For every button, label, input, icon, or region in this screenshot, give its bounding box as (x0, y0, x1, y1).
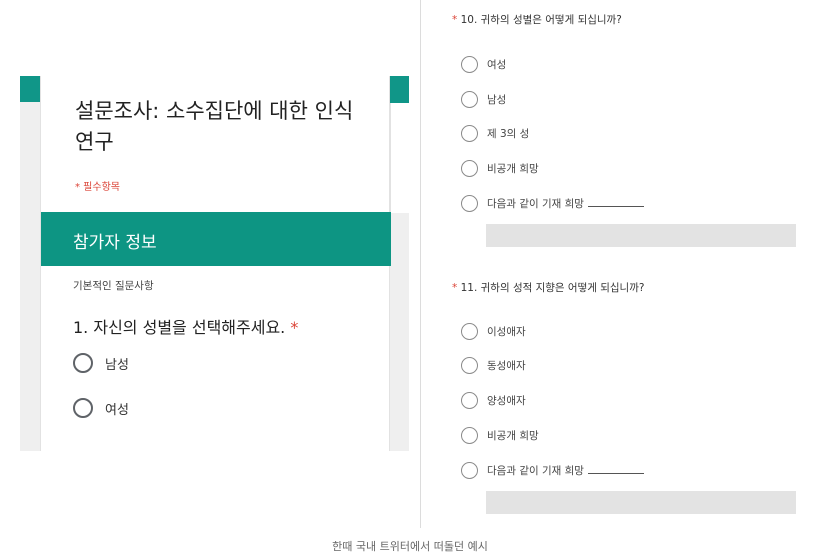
option-label: 남성 (487, 94, 507, 106)
option-label: 비공개 희망 (487, 430, 539, 442)
teal-accent-right (390, 76, 409, 103)
required-note: * 필수항목 (75, 182, 120, 193)
q11-option-homosexual[interactable]: 동성애자 (461, 357, 526, 374)
option-label: 다음과 같이 기재 희망 (487, 196, 644, 211)
q10-option-third-gender[interactable]: 제 3의 성 (461, 125, 529, 142)
option-label: 비공개 희망 (487, 163, 539, 175)
q11-other-text-field[interactable] (486, 491, 796, 514)
q11-option-private[interactable]: 비공개 희망 (461, 427, 539, 444)
section-header: 참가자 정보 (41, 212, 391, 266)
q10-other-text-field[interactable] (486, 224, 796, 247)
option-label: 이성애자 (487, 326, 526, 338)
option-label: 여성 (487, 59, 507, 71)
form-title: 설문조사: 소수집단에 대한 인식 연구 (75, 99, 354, 154)
q10-option-private[interactable]: 비공개 희망 (461, 160, 539, 177)
option-label-text: 다음과 같이 기재 희망 (487, 198, 584, 210)
q11-option-heterosexual[interactable]: 이성애자 (461, 323, 526, 340)
radio-button[interactable] (461, 125, 478, 142)
vertical-divider (420, 0, 421, 528)
radio-button[interactable] (461, 357, 478, 374)
required-star: * (452, 282, 458, 294)
section-title: 참가자 정보 (73, 233, 157, 253)
option-label: 다음과 같이 기재 희망 (487, 463, 644, 478)
radio-button[interactable] (461, 195, 478, 212)
radio-button[interactable] (461, 323, 478, 340)
blank-line (587, 465, 644, 474)
required-star: * (452, 14, 458, 26)
blank-line (587, 198, 644, 207)
teal-accent-left (20, 76, 40, 102)
option-label: 제 3의 성 (487, 128, 530, 140)
q11-option-other[interactable]: 다음과 같이 기재 희망 (461, 462, 644, 479)
radio-button[interactable] (461, 56, 478, 73)
question-10-title: * 10. 귀하의 성별은 어떻게 되십니까? (452, 12, 622, 27)
left-form-screenshot: 설문조사: 소수집단에 대한 인식 연구 * 필수항목 참가자 정보 기본적인 … (20, 76, 409, 451)
radio-button[interactable] (73, 353, 93, 373)
section-description: 기본적인 질문사항 (73, 280, 154, 292)
radio-button[interactable] (461, 392, 478, 409)
option-label: 양성애자 (487, 395, 526, 407)
radio-button[interactable] (461, 462, 478, 479)
image-caption: 한때 국내 트위터에서 떠돌던 예시 (332, 540, 488, 553)
radio-button[interactable] (461, 91, 478, 108)
q11-option-bisexual[interactable]: 양성애자 (461, 392, 526, 409)
option-label-text: 다음과 같이 기재 희망 (487, 465, 584, 477)
required-star: * (290, 318, 299, 337)
radio-button[interactable] (461, 160, 478, 177)
radio-button[interactable] (461, 427, 478, 444)
question-10-text: 10. 귀하의 성별은 어떻게 되십니까? (460, 14, 622, 26)
question-11-title: * 11. 귀하의 성적 지향은 어떻게 되십니까? (452, 280, 644, 295)
option-label: 여성 (105, 402, 129, 418)
option-female[interactable]: 여성 (73, 398, 129, 418)
option-male[interactable]: 남성 (73, 353, 129, 373)
option-label: 남성 (105, 357, 129, 373)
form-card: 설문조사: 소수집단에 대한 인식 연구 * 필수항목 참가자 정보 기본적인 … (40, 76, 391, 451)
question-title: 1. 자신의 성별을 선택해주세요. * (73, 314, 298, 338)
q10-option-female[interactable]: 여성 (461, 56, 506, 73)
radio-button[interactable] (73, 398, 93, 418)
q10-option-male[interactable]: 남성 (461, 91, 506, 108)
question-11-text: 11. 귀하의 성적 지향은 어떻게 되십니까? (460, 282, 645, 294)
adjacent-card-edge (390, 103, 409, 213)
question-text: 1. 자신의 성별을 선택해주세요. (73, 318, 286, 337)
option-label: 동성애자 (487, 360, 526, 372)
q10-option-other[interactable]: 다음과 같이 기재 희망 (461, 195, 644, 212)
